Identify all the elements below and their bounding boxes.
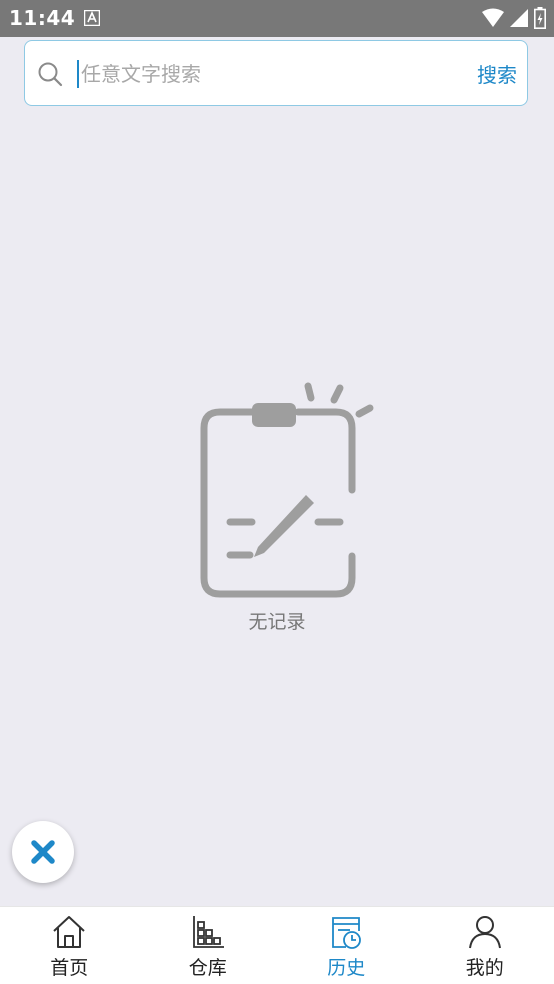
- home-icon: [53, 916, 85, 948]
- search-bar: 搜索: [24, 40, 528, 106]
- status-time: 11:44: [9, 6, 76, 30]
- nav-item-warehouse[interactable]: 仓库: [139, 907, 278, 984]
- nav-item-home[interactable]: 首页: [0, 907, 139, 984]
- search-icon: [38, 62, 63, 87]
- nav-item-history[interactable]: 历史: [277, 907, 416, 984]
- search-input[interactable]: [81, 57, 461, 91]
- text-cursor: [77, 60, 79, 88]
- bottom-nav: 首页 仓库 历史 我的: [0, 906, 554, 984]
- nav-label-warehouse: 仓库: [188, 957, 227, 979]
- battery-icon: [534, 7, 546, 29]
- cell-signal-icon: [510, 9, 528, 27]
- empty-clipboard-icon: [200, 382, 374, 598]
- notification-a-icon: [84, 10, 100, 26]
- wifi-icon: [482, 8, 504, 27]
- close-button[interactable]: [12, 821, 74, 883]
- nav-item-profile[interactable]: 我的: [416, 907, 554, 984]
- nav-label-home: 首页: [50, 957, 89, 979]
- nav-label-profile: 我的: [465, 957, 504, 979]
- nav-label-history: 历史: [327, 957, 366, 979]
- warehouse-icon: [192, 916, 224, 948]
- user-icon: [468, 916, 501, 949]
- search-button[interactable]: 搜索: [477, 59, 517, 88]
- status-icons: [482, 7, 546, 29]
- empty-message: 无记录: [248, 611, 306, 633]
- status-bar: 11:44: [0, 0, 554, 37]
- close-icon: [31, 840, 55, 864]
- history-icon: [332, 917, 362, 949]
